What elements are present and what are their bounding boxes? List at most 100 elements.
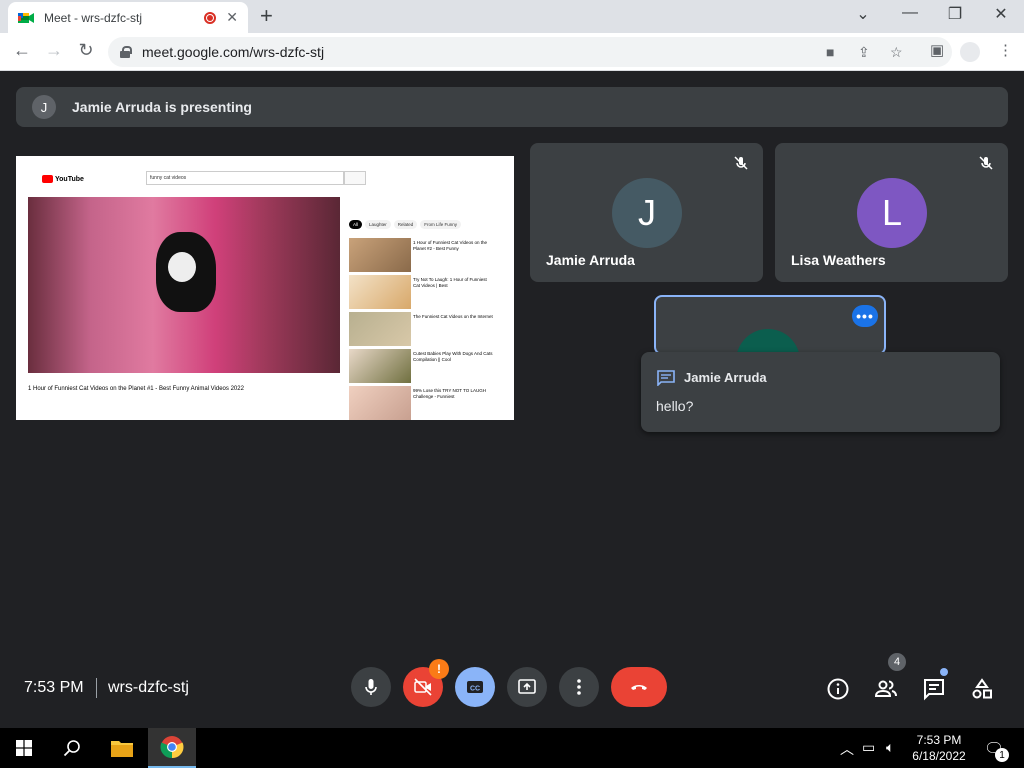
participant-name: Jamie Arruda [546, 252, 635, 268]
shared-rec-thumbnail [349, 349, 411, 383]
present-screen-icon [518, 679, 536, 694]
file-explorer-button[interactable] [98, 728, 146, 768]
mic-off-icon [734, 156, 748, 170]
tab-close-icon[interactable]: ✕ [226, 9, 238, 26]
shared-rec-title: The Funniest Cat Videos on the Internet [413, 314, 493, 319]
meeting-code: wrs-dzfc-stj [108, 679, 189, 696]
divider [96, 678, 97, 698]
system-clock[interactable]: 7:53 PM 6/18/2022 [908, 732, 970, 764]
shared-video-title: 1 Hour of Funniest Cat Videos on the Pla… [28, 386, 244, 392]
shared-rec-thumbnail [349, 386, 411, 420]
restore-icon[interactable]: ❐ [940, 4, 970, 24]
camera-button[interactable]: ! [403, 659, 449, 707]
shared-chip-row: All Laughter Related From Life Funny [349, 220, 462, 229]
youtube-logo: YouTube [42, 175, 84, 183]
clock-time: 7:53 PM [916, 733, 962, 747]
back-icon[interactable]: ← [10, 40, 34, 61]
leave-call-button[interactable] [611, 667, 667, 707]
recording-icon [204, 11, 217, 24]
presenter-avatar: J [32, 95, 56, 119]
captions-button[interactable]: CC [455, 667, 495, 707]
shared-chip: All [349, 220, 363, 229]
shared-rec-thumbnail [349, 312, 411, 346]
meet-tab[interactable]: Meet - wrs-dzfc-stj ✕ [8, 2, 248, 33]
shared-chip: From Life Funny [420, 220, 462, 229]
windows-taskbar: ︿ ▭ 🔈︎ 7:53 PM 6/18/2022 🗨︎ 1 [0, 728, 1024, 768]
chat-button[interactable] [920, 675, 948, 703]
chat-icon [924, 679, 944, 701]
shared-search-button [344, 171, 366, 185]
people-button[interactable] [872, 675, 900, 703]
notification-count-badge: 1 [995, 748, 1009, 762]
clock-date: 6/18/2022 [912, 749, 966, 763]
address-bar[interactable]: meet.google.com/wrs-dzfc-stj ■ ⇪ ☆ [108, 37, 952, 67]
reload-icon[interactable]: ↻ [74, 40, 98, 61]
minimize-icon[interactable]: — [895, 4, 925, 22]
presenting-text: Jamie Arruda is presenting [72, 99, 252, 115]
chat-sender: Jamie Arruda [684, 370, 767, 385]
hang-up-icon [631, 685, 647, 690]
browser-toolbar: ← → ↻ meet.google.com/wrs-dzfc-stj ■ ⇪ ☆… [0, 33, 1024, 71]
shared-rec-thumbnail [349, 238, 411, 272]
closed-captions-icon: CC [467, 681, 483, 693]
camera-in-use-icon[interactable]: ■ [826, 44, 834, 60]
camera-warning-badge: ! [429, 659, 449, 679]
meeting-details-button[interactable] [824, 675, 852, 703]
shared-chip: Related [393, 220, 418, 229]
chat-notification[interactable]: Jamie Arruda hello? [641, 352, 1000, 432]
activities-button[interactable] [968, 675, 996, 703]
new-tab-icon[interactable]: + [260, 5, 273, 27]
mic-off-icon [979, 156, 993, 170]
microphone-button[interactable] [351, 667, 391, 707]
side-panel-icon[interactable]: ▣ [930, 41, 944, 59]
chat-message: hello? [656, 398, 694, 414]
forward-icon[interactable]: → [42, 40, 66, 61]
folder-icon [111, 741, 133, 757]
people-count-badge: 4 [888, 653, 906, 671]
shared-rec-title: 99% Lose this TRY NOT TO LAUGH Challenge… [413, 388, 487, 399]
profile-avatar-icon[interactable] [960, 42, 980, 62]
more-vert-icon [577, 679, 581, 695]
shared-search-box: funny cat videos [146, 171, 344, 185]
shared-chip: Laughter [365, 220, 391, 229]
share-icon[interactable]: ⇪ [858, 44, 870, 61]
activities-icon [972, 678, 992, 699]
shared-rec-title: Try Not To Laugh: 1 Hour of Funniest Cat… [413, 277, 487, 288]
meet-stage: J Jamie Arruda is presenting YouTube fun… [0, 71, 1024, 727]
self-view-tile[interactable]: ••• [654, 295, 886, 355]
microphone-icon [365, 679, 377, 695]
start-button[interactable] [0, 728, 48, 768]
bookmark-star-icon[interactable]: ☆ [890, 44, 903, 61]
tab-title: Meet - wrs-dzfc-stj [44, 10, 143, 25]
browser-tab-strip: Meet - wrs-dzfc-stj ✕ + ⌄ — ❐ ✕ [0, 0, 1024, 33]
meeting-time: 7:53 PM [24, 679, 84, 696]
windows-logo-icon [16, 740, 32, 756]
participant-tile[interactable]: L Lisa Weathers [775, 143, 1008, 282]
unread-chat-indicator [940, 668, 948, 676]
volume-icon[interactable]: 🔈︎ [886, 739, 894, 756]
chat-message-icon [657, 370, 675, 386]
more-options-button[interactable] [559, 667, 599, 707]
participant-avatar: J [612, 178, 682, 248]
participant-name: Lisa Weathers [791, 252, 886, 268]
tab-search-icon[interactable]: ⌄ [848, 4, 878, 24]
participant-tile[interactable]: J Jamie Arruda [530, 143, 763, 282]
close-window-icon[interactable]: ✕ [986, 4, 1016, 24]
camera-off-icon [414, 678, 432, 696]
shared-youtube-header: YouTube funny cat videos [16, 156, 514, 196]
present-button[interactable] [507, 667, 547, 707]
shared-screen[interactable]: YouTube funny cat videos 1 Hour of Funni… [16, 156, 514, 420]
info-icon [827, 678, 849, 700]
more-options-icon[interactable]: ••• [852, 305, 878, 327]
network-icon[interactable]: ▭ [862, 739, 875, 756]
shared-rec-thumbnail [349, 275, 411, 309]
lock-icon [120, 46, 132, 58]
taskbar-search-button[interactable] [48, 728, 96, 768]
shared-rec-title: Cutest Babies Play With Dogs And Cats Co… [413, 351, 493, 362]
chrome-menu-icon[interactable]: ⋮ [998, 41, 1013, 59]
meeting-controls-bar: 7:53 PM wrs-dzfc-stj ! CC 4 [0, 653, 1024, 719]
chrome-taskbar-button[interactable] [148, 728, 196, 768]
show-hidden-icons-icon[interactable]: ︿ [840, 739, 854, 759]
search-icon [63, 740, 80, 757]
cat-figure [156, 232, 216, 312]
